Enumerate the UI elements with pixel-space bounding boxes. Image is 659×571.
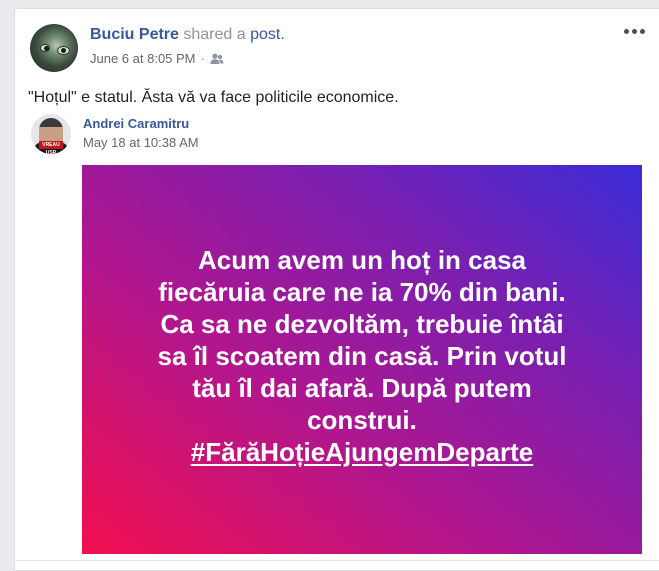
post-message: "Hoțul" e statul. Ăsta vă va face politi… <box>28 89 399 106</box>
shared-image[interactable]: Acum avem un hoț in casa fiecăruia care … <box>82 165 642 554</box>
card-divider <box>14 560 659 561</box>
image-text-line: Ca sa ne dezvoltăm, trebuie întâi <box>160 308 564 339</box>
author-name-link[interactable]: Buciu Petre <box>90 26 179 43</box>
more-options-icon[interactable] <box>622 23 647 40</box>
post-card: Buciu Petre shared a post. June 6 at 8:0… <box>14 8 659 571</box>
avatar-eye-shape <box>57 46 70 55</box>
post-header: Buciu Petre shared a post. <box>90 26 285 44</box>
image-text-line: sa îl scoatem din casă. Prin votul <box>157 340 567 371</box>
post-timestamp[interactable]: June 6 at 8:05 PM <box>90 51 196 66</box>
image-text-line: Acum avem un hoț in casa <box>198 244 526 275</box>
friends-icon[interactable] <box>210 53 224 65</box>
image-text-line: tău îl dai afară. După putem <box>192 372 532 403</box>
image-text-line: construi. <box>307 404 417 435</box>
shared-post-link[interactable]: post. <box>250 26 285 43</box>
post-meta: June 6 at 8:05 PM · <box>90 51 224 66</box>
shared-action-text: shared a <box>183 26 246 43</box>
author-avatar[interactable] <box>30 24 78 72</box>
image-text-line: fiecăruia care ne ia 70% din bani. <box>158 276 566 307</box>
avatar-eye-shape <box>40 44 50 52</box>
shared-author-name-link[interactable]: Andrei Caramitru <box>83 116 189 131</box>
avatar-badge: VREAU USR PLUS <box>39 141 63 154</box>
shared-post-timestamp[interactable]: May 18 at 10:38 AM <box>83 135 199 150</box>
image-hashtag: #FărăHoțieAjungemDeparte <box>190 436 534 467</box>
meta-separator: · <box>200 51 205 66</box>
image-text-block: Acum avem un hoț in casa fiecăruia care … <box>158 244 567 468</box>
shared-author-avatar[interactable]: VREAU USR PLUS <box>31 114 71 154</box>
